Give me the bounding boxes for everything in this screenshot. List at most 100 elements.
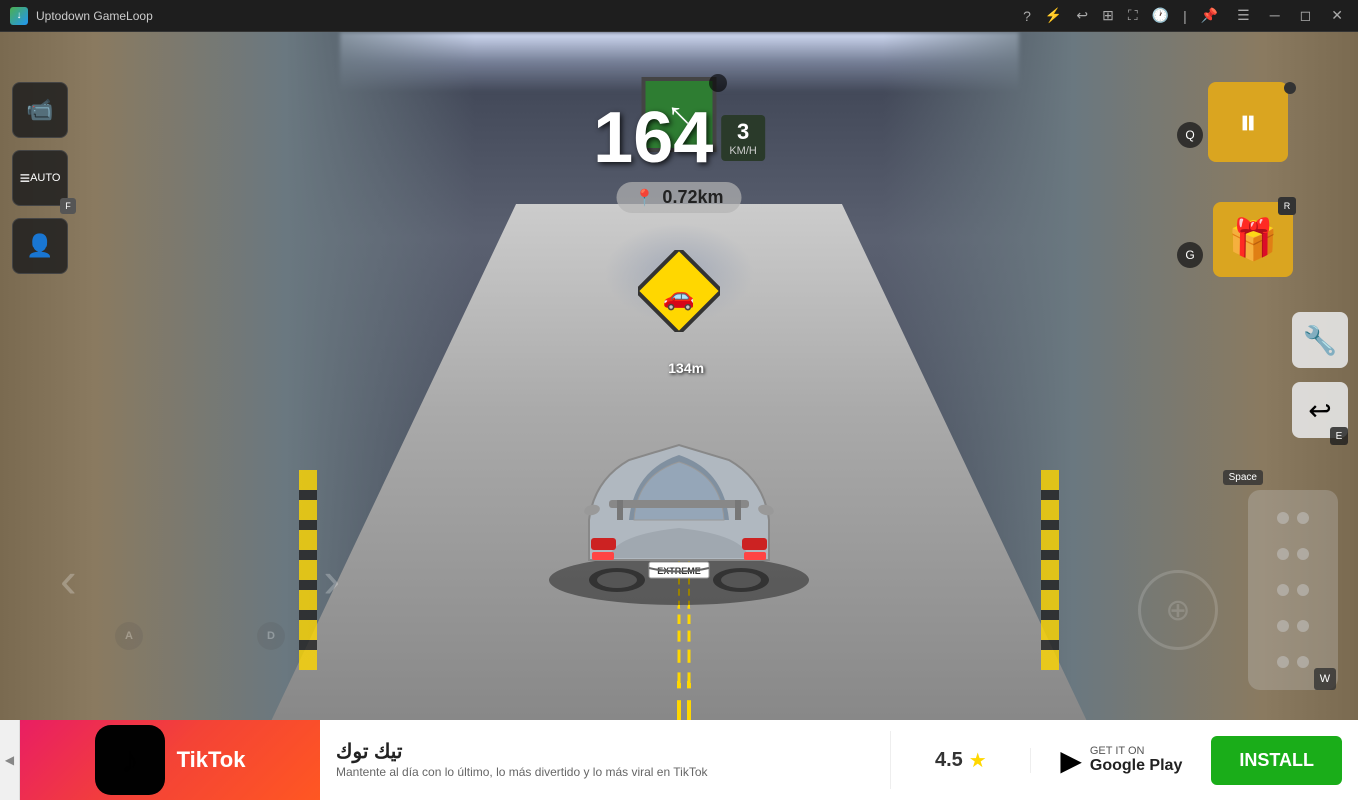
ad-app-name: تيك توك (336, 739, 874, 764)
lightning-icon[interactable]: ⚡ (1045, 7, 1062, 24)
f-key-hint: F (60, 198, 76, 214)
window-controls: ☰ ─ ◻ ✕ (1232, 7, 1348, 24)
gift-icon: 🎁 (1228, 216, 1278, 263)
titlebar-left: ↓ Uptodown GameLoop (10, 7, 153, 25)
pedal-dot (1297, 548, 1309, 560)
gear-icon: ≡ (20, 168, 31, 189)
camera-button-wrap: 📹 (12, 82, 68, 138)
tiktok-brand-name: TikTok (177, 747, 246, 773)
driver-button-wrap: 👤 (12, 218, 68, 274)
wrench-icon: 🔧 (1303, 324, 1338, 357)
driver-icon: 👤 (26, 233, 53, 259)
rotate-icon: ↩ (1308, 394, 1331, 427)
steer-right-arrow: › (323, 551, 340, 609)
tiktok-icon: ♪ (121, 739, 139, 781)
pedal-dot (1277, 584, 1289, 596)
game-viewport: ↑ 🚗 134m (0, 32, 1358, 720)
ad-app-icon-area: ♪ TikTok (20, 720, 320, 800)
titlebar: ↓ Uptodown GameLoop ? ⚡ ↩ ⊞ ⛶ 🕐 | 📌 ☰ ─ … (0, 0, 1358, 32)
menu-button[interactable]: ☰ (1232, 7, 1255, 24)
pedal-dot (1297, 656, 1309, 668)
pedal-dot (1277, 548, 1289, 560)
ad-app-description: Mantente al día con lo último, lo más di… (336, 764, 874, 781)
pause-dots (1284, 82, 1296, 94)
gear-display: 3 (737, 119, 749, 145)
accelerator-pedal[interactable] (1248, 490, 1338, 690)
install-button[interactable]: INSTALL (1211, 736, 1342, 785)
space-key-label: Space (1223, 470, 1263, 485)
camera-icon: 📹 (26, 97, 53, 123)
google-play-text: GET IT ON Google Play (1090, 745, 1182, 775)
pedal-dot (1277, 512, 1289, 524)
auto-label: AUTO (30, 172, 60, 184)
nitro-circle: ⊕ (1138, 570, 1218, 650)
fullscreen-icon[interactable]: ⛶ (1128, 7, 1138, 24)
pedal-dot (1297, 584, 1309, 596)
pedal-dot (1297, 620, 1309, 632)
distance-display: 0.72km (662, 187, 723, 208)
arrow-icon: ◀ (5, 753, 14, 767)
q-key-label: Q (1177, 122, 1203, 148)
ad-collapse-arrow[interactable]: ◀ (0, 720, 20, 800)
ad-rating-area: 4.5 ★ (891, 748, 1031, 773)
ad-banner: ◀ ♪ TikTok تيك توك Mantente al día con l… (0, 720, 1358, 800)
close-button[interactable]: ✕ (1326, 7, 1348, 24)
tiktok-logo: ♪ (95, 725, 165, 795)
help-icon[interactable]: ? (1023, 8, 1031, 24)
driver-button[interactable]: 👤 (12, 218, 68, 274)
d-key: D (257, 622, 285, 650)
titlebar-controls: ? ⚡ ↩ ⊞ ⛶ 🕐 | 📌 ☰ ─ ◻ ✕ (1023, 7, 1348, 24)
e-key-label: E (1330, 427, 1348, 445)
pedal-dot (1297, 512, 1309, 524)
distance-icon: 📍 (635, 188, 655, 208)
steer-left-arrow: ‹ (60, 551, 77, 609)
clock-icon[interactable]: 🕐 (1152, 7, 1169, 24)
pedal-dots-row (1277, 656, 1309, 668)
pedal-dots-row (1277, 620, 1309, 632)
auto-button-wrap: ≡ AUTO F (12, 150, 68, 206)
nitro-icon: ⊕ (1165, 593, 1190, 628)
pin-icon[interactable]: 📌 (1201, 7, 1218, 24)
speed-unit: KM/H (729, 145, 757, 157)
restore-button[interactable]: ◻ (1295, 7, 1317, 24)
r-key-label: R (1278, 197, 1296, 215)
app-logo: ↓ (10, 7, 28, 25)
distance-hud: 📍 0.72km (617, 182, 742, 213)
pedal-dots-row (1277, 548, 1309, 560)
player-car: EXTREME (529, 380, 829, 640)
warning-distance-label: 134m (668, 360, 704, 376)
grid-icon[interactable]: ⊞ (1102, 7, 1114, 24)
pedal-dots-row (1277, 512, 1309, 524)
pause-button[interactable]: ⏸ (1208, 82, 1288, 162)
get-it-on-label: GET IT ON (1090, 745, 1182, 757)
ad-rating-star: ★ (969, 748, 987, 773)
pedal-dot (1277, 656, 1289, 668)
minimize-button[interactable]: ─ (1265, 7, 1285, 24)
camera-button[interactable]: 📹 (12, 82, 68, 138)
separator: | (1183, 8, 1187, 24)
pause-icon: ⏸ (1239, 101, 1257, 144)
speed-display: 164 (593, 102, 713, 174)
tiktok-label-area: TikTok (177, 747, 246, 773)
ad-text-area: تيك توك Mantente al día con lo último, l… (320, 731, 891, 789)
a-key: A (115, 622, 143, 650)
arrow-sign-dot (709, 74, 727, 92)
app-title: Uptodown GameLoop (36, 9, 153, 23)
g-key-label: G (1177, 242, 1203, 268)
left-controls-panel: 📹 ≡ AUTO F 👤 (12, 82, 68, 274)
steering-area: ‹ › A D (60, 500, 340, 660)
svg-text:🚗: 🚗 (663, 281, 695, 311)
ad-rating-number: 4.5 (935, 749, 963, 772)
speed-unit-box: 3 KM/H (721, 115, 765, 161)
google-play-logo: ▶ (1060, 744, 1082, 777)
ad-store-area: ▶ GET IT ON Google Play (1031, 744, 1211, 777)
pedal-dot (1277, 620, 1289, 632)
pedal-dots-row (1277, 584, 1309, 596)
speed-hud: 164 3 KM/H (593, 102, 765, 174)
settings-wrench-button[interactable]: 🔧 (1292, 312, 1348, 368)
google-play-name: Google Play (1090, 757, 1182, 775)
w-key-label: W (1314, 668, 1336, 690)
auto-button[interactable]: ≡ AUTO (12, 150, 68, 206)
refresh-icon[interactable]: ↩ (1076, 7, 1088, 24)
right-barrier (1041, 470, 1059, 670)
